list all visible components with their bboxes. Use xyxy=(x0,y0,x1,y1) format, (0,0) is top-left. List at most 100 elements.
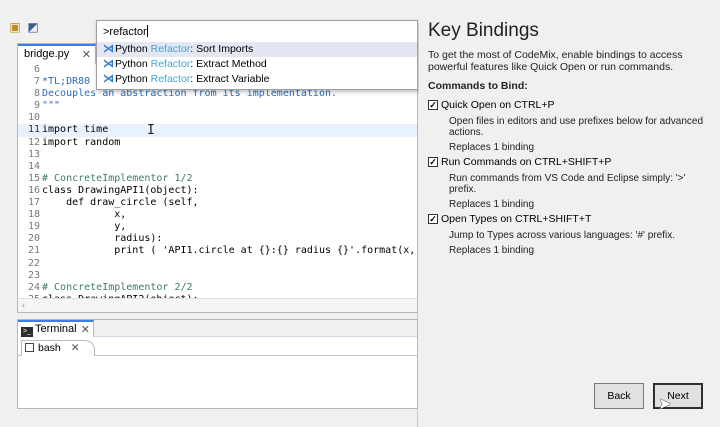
line-number: 12 xyxy=(27,136,40,148)
code-line[interactable]: 20 radius): xyxy=(18,233,417,245)
page-title: Key Bindings xyxy=(428,20,539,41)
quick-open-query: >refactor xyxy=(103,26,147,38)
terminal-icon: >_ xyxy=(21,327,33,337)
open-types-checkbox-row[interactable]: ✓ Open Types on CTRL+SHIFT+T xyxy=(428,213,713,226)
line-number: 13 xyxy=(27,148,40,160)
line-text: def draw_circle (self, xyxy=(42,197,199,209)
quick-open-item-match: Refactor xyxy=(150,58,191,70)
line-text: import random xyxy=(42,136,121,148)
line-number: 24 xyxy=(27,281,40,293)
checkbox-open-types[interactable]: ✓ xyxy=(428,214,438,224)
intro-text: To get the most of CodeMix, enable bindi… xyxy=(428,49,683,73)
code-line[interactable]: 10 xyxy=(18,112,417,124)
line-text: y, xyxy=(42,221,127,233)
quick-open-item[interactable]: ⋊Python Refactor: Extract Variable xyxy=(97,72,417,87)
quick-open-item-match: Refactor xyxy=(150,73,191,85)
text-caret xyxy=(146,25,148,37)
quick-open-checkbox-row[interactable]: ✓ Quick Open on CTRL+P xyxy=(428,99,713,112)
option-run-commands: ✓ Run Commands on CTRL+SHIFT+P Run comma… xyxy=(428,156,713,210)
key-bindings-panel: Key Bindings To get the most of CodeMix,… xyxy=(419,0,720,427)
code-line[interactable]: 11 import time xyxy=(18,124,417,137)
terminal-tabbar: >_ Terminal ✕ xyxy=(18,320,417,337)
quick-open-item-prefix: Python xyxy=(115,58,151,70)
terminal-tab[interactable]: >_ Terminal ✕ xyxy=(18,320,94,337)
back-button[interactable]: Back xyxy=(594,383,644,409)
quick-open-item-suffix: : Sort Imports xyxy=(190,43,254,55)
checkbox-run-commands[interactable]: ✓ xyxy=(428,157,438,167)
code-line[interactable]: 16 class DrawingAPI1(object): xyxy=(18,185,417,197)
line-text: """ xyxy=(42,100,61,112)
line-number: 16 xyxy=(27,184,40,196)
line-number: 15 xyxy=(27,172,40,184)
bash-tab[interactable]: bash ✕ xyxy=(21,340,95,356)
code-line[interactable]: 22 xyxy=(18,258,417,270)
option-label: Quick Open on CTRL+P xyxy=(441,99,555,111)
code-line[interactable]: 24 # ConcreteImplementor 2/2 xyxy=(18,282,417,294)
line-number: 9 xyxy=(33,100,40,112)
mouse-pointer-icon: ➤ xyxy=(658,396,672,413)
line-number: 19 xyxy=(27,221,40,233)
terminal-view: >_ Terminal ✕ bash ✕ xyxy=(17,319,418,409)
code-line[interactable]: 14 xyxy=(18,161,417,173)
code-line[interactable]: 18 x, xyxy=(18,209,417,221)
line-text: x, xyxy=(42,209,127,221)
line-number: 10 xyxy=(27,112,40,124)
code-line[interactable]: 17 def draw_circle (self, xyxy=(18,197,417,209)
quick-open-item[interactable]: ⋊Python Refactor: Extract Method xyxy=(97,57,417,72)
line-number: 20 xyxy=(27,233,40,245)
run-commands-checkbox-row[interactable]: ✓ Run Commands on CTRL+SHIFT+P xyxy=(428,156,713,169)
checkbox-quick-open[interactable]: ✓ xyxy=(428,100,438,110)
scroll-left-icon[interactable]: ‹ xyxy=(22,300,25,310)
code-line[interactable]: 19 y, xyxy=(18,221,417,233)
option-replaces: Replaces 1 binding xyxy=(449,245,535,256)
quick-open-results: ⋊Python Refactor: Sort Imports ⋊Python Re… xyxy=(97,42,417,87)
option-quick-open: ✓ Quick Open on CTRL+P Open files in edi… xyxy=(428,99,713,153)
line-text: *TL;DR80 xyxy=(42,76,91,88)
ide-window: ▣ ◩ bridge.py ✕ 6 7 *TL;DR80 8 Decouples an … xyxy=(0,0,418,427)
option-label: Run Commands on CTRL+SHIFT+P xyxy=(441,156,612,168)
code-line[interactable]: 12 import random xyxy=(18,137,417,149)
code-area[interactable]: 6 7 *TL;DR80 8 Decouples an abstraction from… xyxy=(18,64,417,300)
terminal-tab-label: Terminal xyxy=(35,323,77,335)
code-line[interactable]: 9 """ xyxy=(18,100,417,112)
quick-open-item-suffix: : Extract Variable xyxy=(190,73,270,85)
horizontal-scrollbar[interactable]: ‹ xyxy=(18,298,417,312)
line-text: class DrawingAPI1(object): xyxy=(42,184,199,196)
text-cursor-icon: I xyxy=(147,123,155,138)
line-text: # ConcreteImplementor 1/2 xyxy=(42,172,193,184)
option-replaces: Replaces 1 binding xyxy=(449,199,535,210)
line-text: radius): xyxy=(42,233,163,245)
close-icon[interactable]: ✕ xyxy=(71,342,80,354)
code-line[interactable]: 8 Decouples an abstraction from its imple… xyxy=(18,88,417,100)
line-number: 8 xyxy=(33,88,40,100)
window-icon[interactable]: ◩ xyxy=(26,20,40,34)
option-description: Jump to Types across various languages: … xyxy=(449,230,675,241)
line-number: 22 xyxy=(27,257,40,269)
code-line[interactable]: 23 xyxy=(18,270,417,282)
option-description: Run commands from VS Code and Eclipse si… xyxy=(449,173,686,195)
bash-tabbar: bash ✕ xyxy=(18,338,417,356)
quick-open-item[interactable]: ⋊Python Refactor: Sort Imports xyxy=(97,42,417,57)
close-icon[interactable]: ✕ xyxy=(81,323,90,336)
shell-icon xyxy=(25,343,34,352)
folder-icon[interactable]: ▣ xyxy=(8,20,22,34)
code-line[interactable]: 15 # ConcreteImplementor 1/2 xyxy=(18,173,417,185)
option-description: Open files in editors and use prefixes b… xyxy=(449,116,704,138)
line-number: 21 xyxy=(27,245,40,257)
code-line[interactable]: 21 print ( 'API1.circle at {}:{} radius … xyxy=(18,245,417,257)
line-text: import time xyxy=(42,124,109,136)
line-number: 14 xyxy=(27,160,40,172)
quick-open-input[interactable]: >refactor xyxy=(101,23,413,41)
commands-heading: Commands to Bind: xyxy=(428,80,528,92)
line-number: 7 xyxy=(33,76,40,88)
line-number: 6 xyxy=(33,64,40,75)
code-line[interactable]: 13 xyxy=(18,149,417,161)
quick-open-item-match: Refactor xyxy=(150,43,191,55)
line-number: 17 xyxy=(27,197,40,209)
editor-tab-bridge[interactable]: bridge.py ✕ xyxy=(18,44,96,64)
quick-open-item-suffix: : Extract Method xyxy=(190,58,267,70)
quick-open-item-prefix: Python xyxy=(115,73,151,85)
line-text: # ConcreteImplementor 2/2 xyxy=(42,281,193,293)
close-icon[interactable]: ✕ xyxy=(82,48,91,61)
option-replaces: Replaces 1 binding xyxy=(449,142,535,153)
